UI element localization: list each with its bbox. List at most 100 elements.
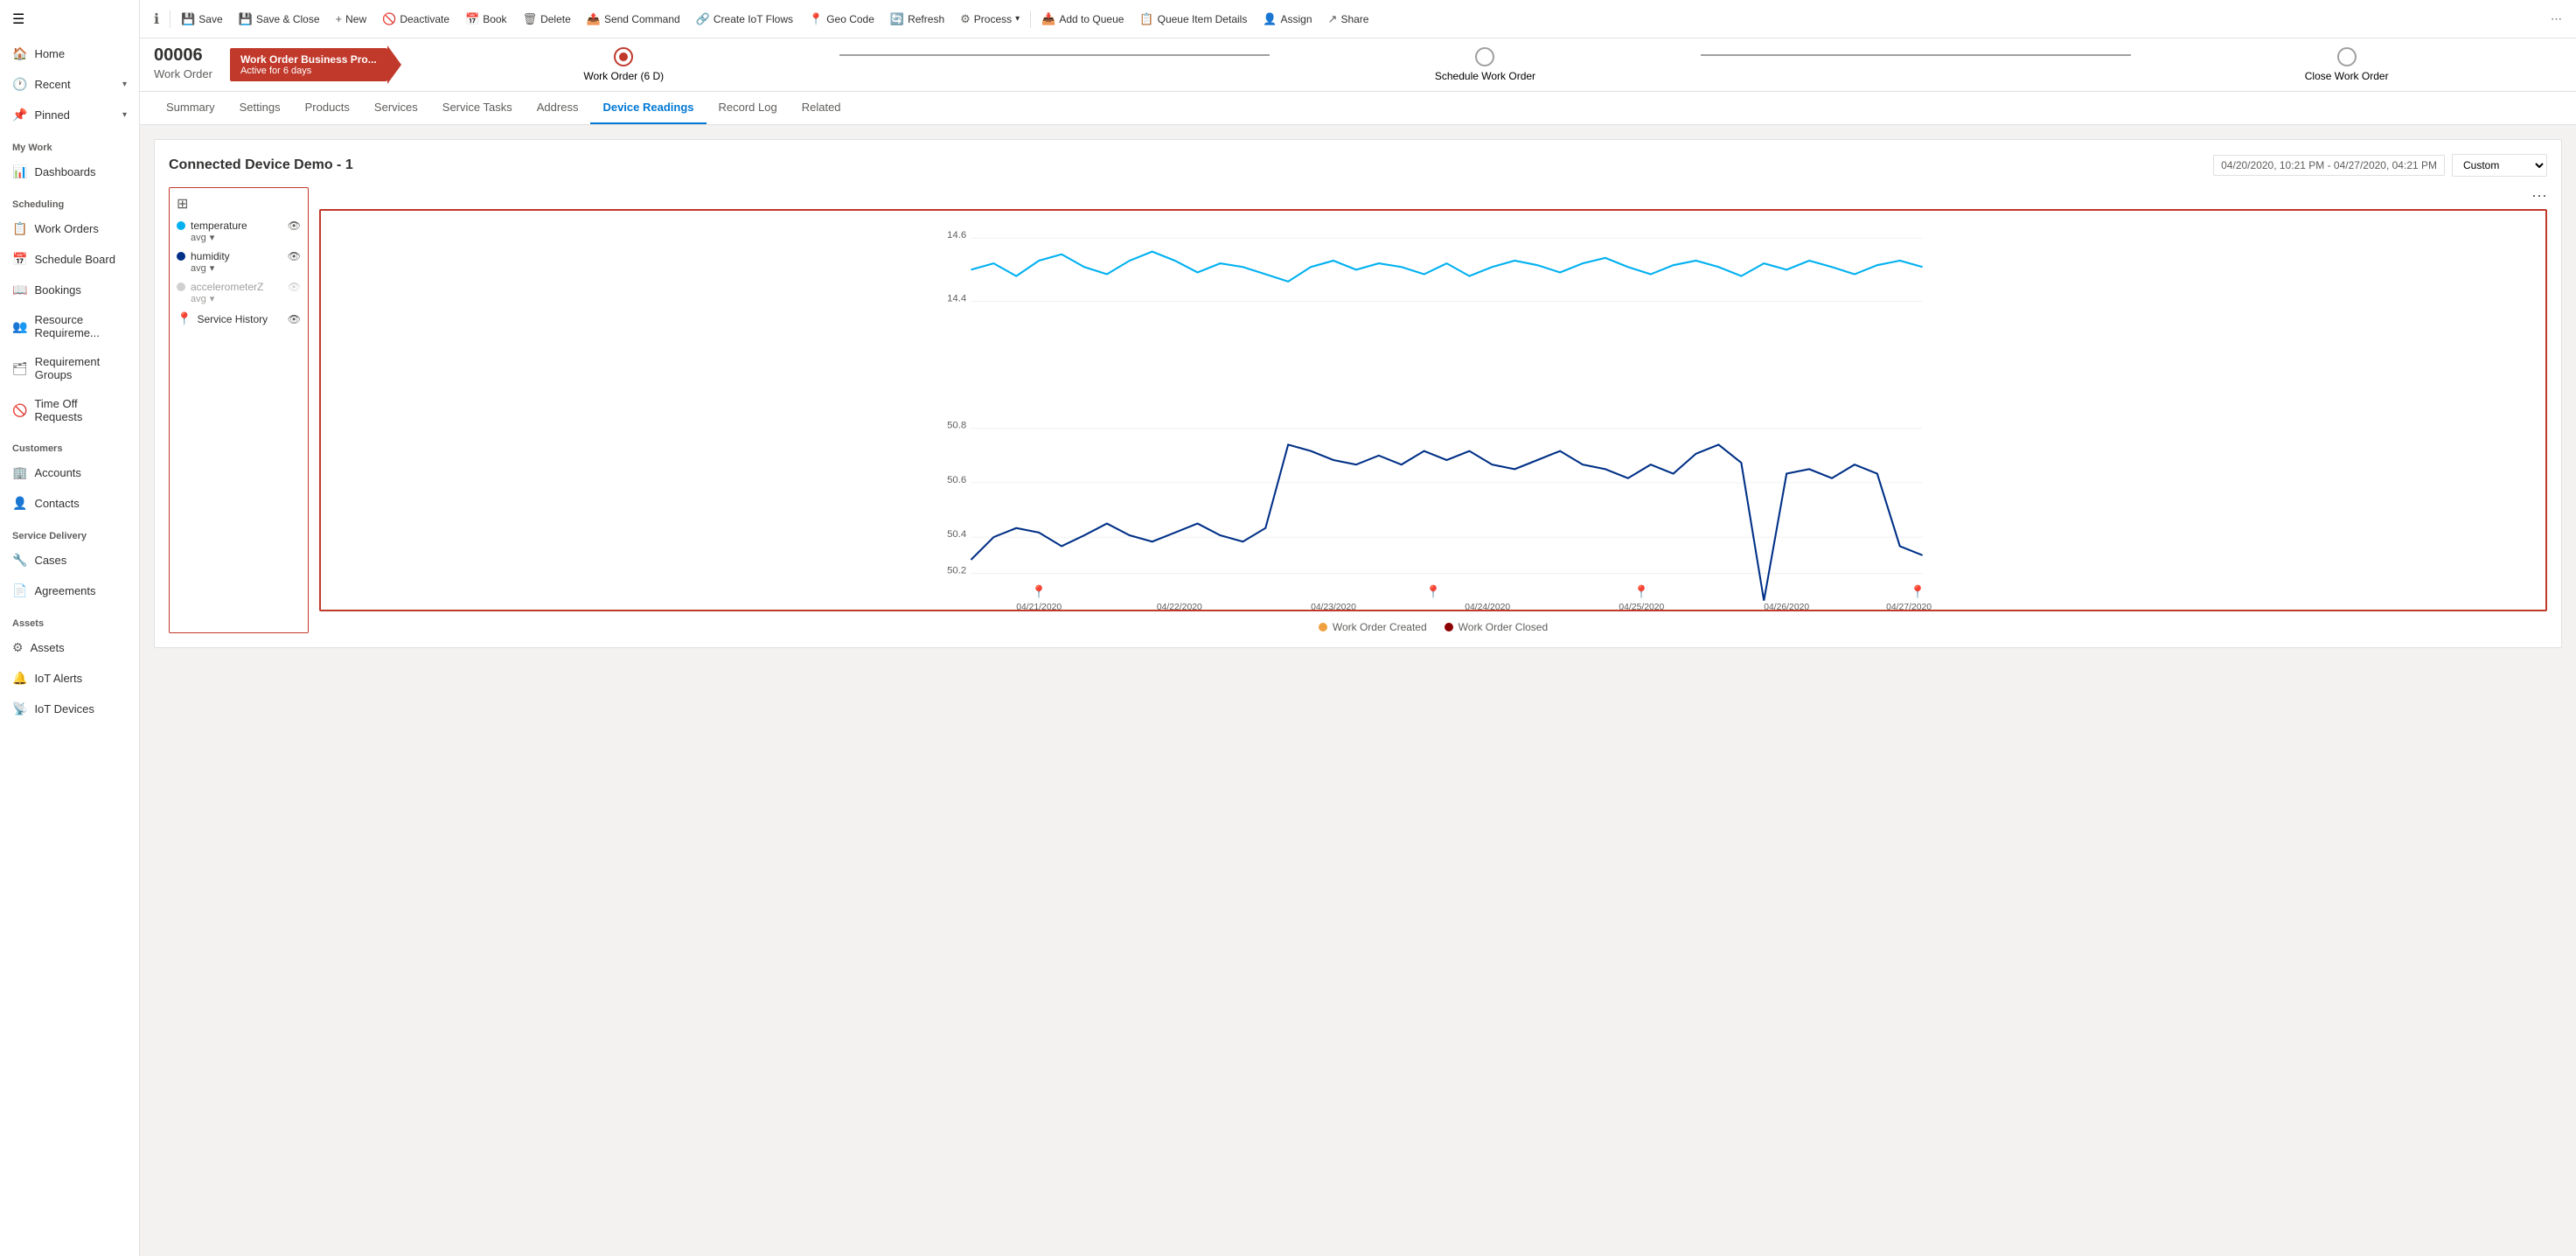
tab-summary[interactable]: Summary — [154, 92, 227, 124]
stage-bar: Work Order Business Pro... Active for 6 … — [230, 45, 2562, 91]
schedule-board-icon: 📅 — [12, 252, 27, 267]
save-icon: 💾 — [181, 12, 195, 26]
refresh-button[interactable]: 🔄 Refresh — [883, 8, 951, 31]
wo-closed-label: Work Order Closed — [1459, 621, 1548, 633]
sidebar-item-resource-req[interactable]: 👥 Resource Requireme... — [0, 305, 139, 347]
wo-created-dot — [1319, 623, 1327, 631]
share-button[interactable]: ↗ Share — [1321, 8, 1376, 31]
new-button[interactable]: + New — [329, 8, 374, 30]
iot-flows-icon: 🔗 — [696, 12, 710, 26]
hamburger-icon[interactable]: ☰ — [0, 0, 139, 38]
svg-text:04/24/2020: 04/24/2020 — [1465, 603, 1510, 611]
add-queue-icon: 📥 — [1041, 12, 1055, 26]
sidebar-item-recent-label: Recent — [34, 78, 70, 91]
tab-service-tasks[interactable]: Service Tasks — [430, 92, 525, 124]
section-scheduling: Scheduling — [0, 191, 139, 213]
stage-schedule[interactable]: Schedule Work Order — [1270, 47, 1701, 82]
stage-work-order[interactable]: Work Order (6 D) — [408, 47, 839, 82]
new-icon: + — [336, 12, 343, 25]
tab-services[interactable]: Services — [362, 92, 430, 124]
humidity-eye-icon[interactable]: 👁 — [288, 250, 301, 262]
legend-temperature-row: temperature 👁 — [177, 220, 301, 232]
svg-text:50.8: 50.8 — [947, 421, 966, 431]
sidebar-item-iot-devices[interactable]: 📡 IoT Devices — [0, 694, 139, 724]
sidebar-item-recent[interactable]: 🕐 Recent ▾ — [0, 69, 139, 100]
sidebar-item-dashboards[interactable]: 📊 Dashboards — [0, 157, 139, 187]
tab-related[interactable]: Related — [790, 92, 853, 124]
chevron-down-icon[interactable]: ▾ — [210, 232, 215, 243]
wo-closed-legend: Work Order Closed — [1445, 621, 1548, 633]
send-command-button[interactable]: 📤 Send Command — [580, 8, 687, 31]
send-command-icon: 📤 — [587, 12, 601, 26]
chevron-down-icon[interactable]: ▾ — [210, 262, 215, 274]
tab-settings[interactable]: Settings — [227, 92, 293, 124]
chart-bottom-legend: Work Order Created Work Order Closed — [319, 621, 2547, 633]
sidebar-item-agreements[interactable]: 📄 Agreements — [0, 576, 139, 606]
add-to-queue-button[interactable]: 📥 Add to Queue — [1034, 8, 1131, 31]
sidebar-item-time-off[interactable]: 🚫 Time Off Requests — [0, 389, 139, 431]
chevron-down-icon: ▾ — [122, 80, 127, 89]
accounts-icon: 🏢 — [12, 465, 27, 480]
stage-circle-3 — [2337, 47, 2357, 66]
stage-chevron-icon — [387, 45, 401, 84]
stage-close[interactable]: Close Work Order — [2131, 47, 2562, 82]
sidebar-item-pinned[interactable]: 📌 Pinned ▾ — [0, 100, 139, 130]
svg-text:04/26/2020: 04/26/2020 — [1764, 603, 1809, 611]
sidebar-item-assets[interactable]: ⚙ Assets — [0, 632, 139, 663]
chart-card: Connected Device Demo - 1 04/20/2020, 10… — [154, 139, 2562, 648]
tab-products[interactable]: Products — [293, 92, 362, 124]
chart-card-header: Connected Device Demo - 1 04/20/2020, 10… — [169, 154, 2547, 177]
assign-button[interactable]: 👤 Assign — [1256, 8, 1319, 31]
service-history-eye-icon[interactable]: 👁 — [288, 313, 301, 325]
accelerometerz-label: accelerometerZ — [191, 281, 263, 293]
tab-record-log[interactable]: Record Log — [707, 92, 790, 124]
sidebar-item-contacts[interactable]: 👤 Contacts — [0, 488, 139, 519]
chart-more-icon[interactable]: ⋯ — [2531, 187, 2547, 206]
sidebar-item-pinned-label: Pinned — [34, 108, 69, 122]
main-panel: ℹ 💾 Save 💾 Save & Close + New 🚫 Deactiva… — [140, 0, 2576, 1256]
chart-title: Connected Device Demo - 1 — [169, 157, 353, 173]
sidebar-item-iot-alerts[interactable]: 🔔 IoT Alerts — [0, 663, 139, 694]
more-button[interactable]: ⋯ — [2544, 8, 2569, 31]
sidebar-item-cases[interactable]: 🔧 Cases — [0, 545, 139, 576]
save-button[interactable]: 💾 Save — [174, 8, 230, 31]
refresh-icon: 🔄 — [890, 12, 904, 26]
book-button[interactable]: 📅 Book — [458, 8, 514, 31]
active-stage-box[interactable]: Work Order Business Pro... Active for 6 … — [230, 48, 387, 81]
sidebar-item-req-groups-label: Requirement Groups — [35, 355, 127, 381]
accelerometerz-eye-icon[interactable]: 👁 — [288, 281, 301, 293]
sidebar-item-requirement-groups[interactable]: 🗂 Requirement Groups — [0, 347, 139, 389]
period-select[interactable]: Custom Last 7 Days Last 30 Days Last 90 … — [2452, 154, 2547, 177]
section-customers: Customers — [0, 435, 139, 457]
svg-text:14.4: 14.4 — [947, 294, 966, 304]
sidebar-item-work-orders[interactable]: 📋 Work Orders — [0, 213, 139, 244]
create-iot-flows-button[interactable]: 🔗 Create IoT Flows — [689, 8, 800, 31]
save-close-button[interactable]: 💾 Save & Close — [232, 8, 327, 31]
sidebar-item-bookings[interactable]: 📖 Bookings — [0, 275, 139, 305]
active-stage-name: Work Order Business Pro... — [240, 53, 377, 66]
sidebar-item-bookings-label: Bookings — [34, 283, 80, 297]
legend-service-history: 📍 Service History 👁 — [177, 311, 301, 326]
work-orders-icon: 📋 — [12, 221, 27, 236]
geo-code-button[interactable]: 📍 Geo Code — [802, 8, 881, 31]
process-button[interactable]: ⚙ Process ▾ — [953, 8, 1027, 31]
tab-address[interactable]: Address — [525, 92, 591, 124]
sidebar-item-home[interactable]: 🏠 Home — [0, 38, 139, 69]
sidebar-item-accounts[interactable]: 🏢 Accounts — [0, 457, 139, 488]
temperature-eye-icon[interactable]: 👁 — [288, 220, 301, 232]
chart-legend: ⊞ temperature 👁 avg ▾ — [169, 187, 309, 633]
delete-button[interactable]: 🗑 Delete — [516, 8, 578, 31]
toolbar-sep-1 — [170, 10, 171, 28]
queue-item-details-button[interactable]: 📋 Queue Item Details — [1132, 8, 1254, 31]
chart-svg-container: ⋯ 14.6 14.4 50.8 50.6 50.4 50.2 — [319, 187, 2547, 633]
record-title-row: 00006 Work Order Work Order Business Pro… — [154, 45, 2562, 91]
humidity-sub: avg ▾ — [191, 262, 301, 274]
humidity-label: humidity — [191, 250, 230, 262]
sidebar-item-schedule-board[interactable]: 📅 Schedule Board — [0, 244, 139, 275]
chevron-down-icon[interactable]: ▾ — [210, 293, 215, 304]
delete-icon: 🗑 — [523, 12, 538, 26]
tab-device-readings[interactable]: Device Readings — [590, 92, 706, 124]
deactivate-button[interactable]: 🚫 Deactivate — [375, 8, 456, 31]
section-assets: Assets — [0, 610, 139, 632]
layers-icon[interactable]: ⊞ — [177, 195, 301, 213]
